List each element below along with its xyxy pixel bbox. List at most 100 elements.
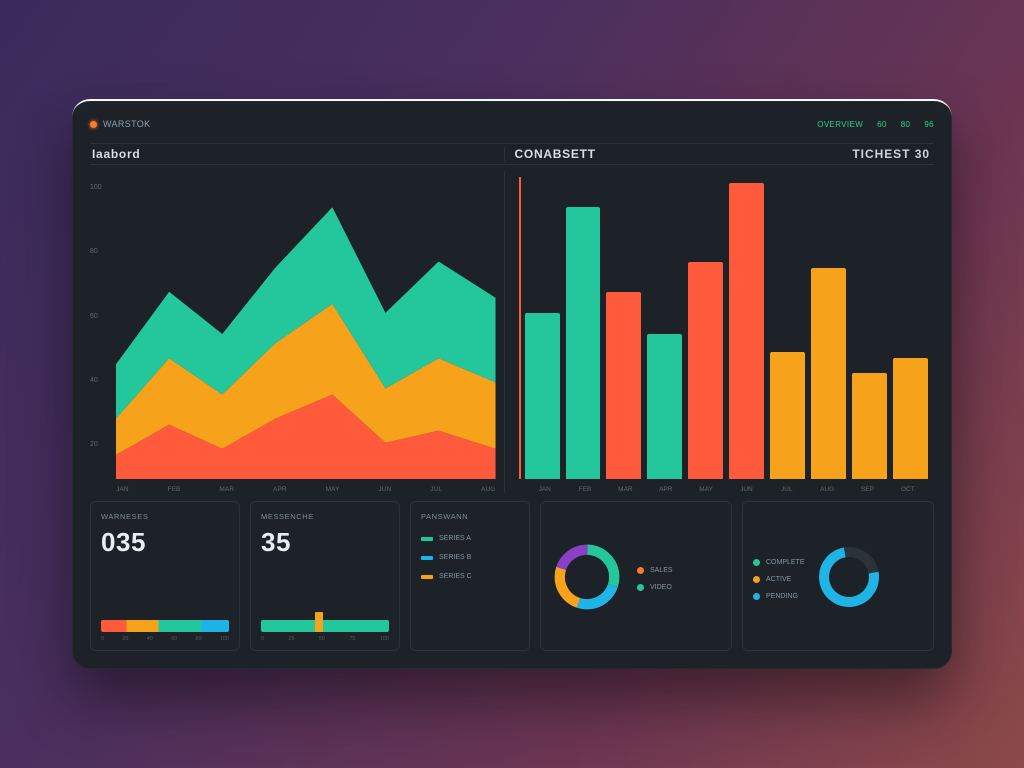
- legend-item: SALES: [637, 567, 673, 574]
- x-label: MAR: [219, 486, 234, 493]
- tick: 80: [195, 636, 201, 642]
- legend-item: PENDING: [753, 593, 805, 600]
- top-nav-item[interactable]: 96: [924, 120, 934, 129]
- legend-label: ACTIVE: [766, 576, 791, 583]
- bar: [566, 207, 601, 479]
- tick: 75: [349, 636, 355, 642]
- area-chart-svg: [116, 177, 496, 479]
- top-nav-item[interactable]: 80: [901, 120, 911, 129]
- x-label: JUL: [430, 486, 442, 493]
- x-label: JUL: [767, 486, 807, 493]
- legend-dot-icon: [753, 576, 760, 583]
- x-label: APR: [273, 486, 287, 493]
- tick: 25: [288, 636, 294, 642]
- card-label: MESSENCHE: [261, 512, 389, 521]
- legend-swatch-icon: [421, 575, 433, 579]
- legend-label: VIDEO: [650, 584, 672, 591]
- bar-chart-panel[interactable]: JANFEBMARAPRMAYJUNJULAUGSEPOCT: [504, 171, 934, 493]
- x-label: JUN: [726, 486, 766, 493]
- legend-item: ACTIVE: [753, 576, 805, 583]
- top-strip: WARSTOK OVERVIEW 60 80 96: [90, 115, 934, 133]
- legend-label: SERIES B: [439, 554, 471, 561]
- brand-dot-icon: [90, 121, 97, 128]
- area-chart-title: Iaabord: [92, 147, 140, 161]
- top-nav: OVERVIEW 60 80 96: [817, 120, 934, 129]
- legend-item: SERIES B: [421, 554, 519, 561]
- x-label: JAN: [116, 486, 129, 493]
- bar: [688, 262, 723, 479]
- stat-card-b[interactable]: MESSENCHE 35 0 25 50 75 100: [250, 501, 400, 651]
- legend-item: SERIES A: [421, 535, 519, 542]
- card-label: PANSWANN: [421, 512, 519, 521]
- x-label: MAR: [605, 486, 645, 493]
- bar-chart-value: TICHEST 30: [852, 147, 930, 161]
- bar: [729, 183, 764, 479]
- legend-item: VIDEO: [637, 584, 673, 591]
- brand: WARSTOK: [90, 119, 151, 129]
- legend-swatch-icon: [421, 556, 433, 560]
- dashboard-window: WARSTOK OVERVIEW 60 80 96 Iaabord CONABS…: [72, 99, 952, 669]
- legend-label: SALES: [650, 567, 673, 574]
- x-label: SEP: [847, 486, 887, 493]
- stat-card-a[interactable]: WARNESES 035 0 20 40 60 80 100: [90, 501, 240, 651]
- x-label: JUN: [378, 486, 391, 493]
- bar: [525, 313, 560, 479]
- card-value: 035: [101, 527, 229, 558]
- x-label: AUG: [807, 486, 847, 493]
- top-nav-item[interactable]: 60: [877, 120, 887, 129]
- area-x-labels: JAN FEB MAR APR MAY JUN JUL AUG: [116, 486, 496, 493]
- y-tick: 100: [90, 184, 102, 191]
- y-tick: 40: [90, 377, 98, 384]
- legend-dot-icon: [637, 584, 644, 591]
- legend-item: COMPLETE: [753, 559, 805, 566]
- spark-band: 0 20 40 60 80 100: [101, 612, 229, 642]
- bar: [770, 352, 805, 479]
- y-tick: 80: [90, 248, 98, 255]
- legend-label: COMPLETE: [766, 559, 805, 566]
- y-tick: 60: [90, 313, 98, 320]
- spark-band: 0 25 50 75 100: [261, 612, 389, 642]
- bar: [647, 334, 682, 479]
- legend-list-card[interactable]: PANSWANN SERIES A SERIES B SERIES C: [410, 501, 530, 651]
- marker-icon: [315, 612, 323, 632]
- card-label: WARNESES: [101, 512, 229, 521]
- legend-dot-icon: [753, 559, 760, 566]
- panel-header-row: Iaabord CONABSETT TICHEST 30: [90, 143, 934, 165]
- x-label: AUG: [481, 486, 495, 493]
- main-charts-row: 100 80 60 40 20 JAN FEB MAR APR MAY JUN …: [90, 171, 934, 493]
- progress-ring-icon: [807, 535, 891, 619]
- x-label: OCT: [888, 486, 928, 493]
- tick: 50: [319, 636, 325, 642]
- bar-chart-title: CONABSETT: [515, 147, 596, 161]
- x-label: JAN: [525, 486, 565, 493]
- area-chart-panel[interactable]: 100 80 60 40 20 JAN FEB MAR APR MAY JUN …: [90, 171, 504, 493]
- tick: 40: [147, 636, 153, 642]
- legend-dot-icon: [753, 593, 760, 600]
- bar: [811, 268, 846, 479]
- tick: 100: [220, 636, 229, 642]
- x-label: APR: [646, 486, 686, 493]
- tick: 20: [122, 636, 128, 642]
- bar: [606, 292, 641, 479]
- bottom-cards-row: WARNESES 035 0 20 40 60 80 100 MESSENCHE…: [90, 501, 934, 651]
- bar: [852, 373, 887, 479]
- bar-x-labels: JANFEBMARAPRMAYJUNJULAUGSEPOCT: [525, 486, 928, 493]
- tick: 0: [261, 636, 264, 642]
- bar-axis-line-icon: [519, 177, 521, 479]
- tick: 0: [101, 636, 104, 642]
- legend-label: SERIES A: [439, 535, 471, 542]
- donut-card[interactable]: SALES VIDEO: [540, 501, 732, 651]
- x-label: MAY: [686, 486, 726, 493]
- legend-swatch-icon: [421, 537, 433, 541]
- brand-label: WARSTOK: [103, 119, 151, 129]
- top-nav-item[interactable]: OVERVIEW: [817, 120, 863, 129]
- card-value: 35: [261, 527, 389, 558]
- legend-label: PENDING: [766, 593, 798, 600]
- tick: 60: [171, 636, 177, 642]
- ring-card[interactable]: COMPLETE ACTIVE PENDING: [742, 501, 934, 651]
- y-tick: 20: [90, 441, 98, 448]
- legend-dot-icon: [637, 567, 644, 574]
- legend-item: SERIES C: [421, 573, 519, 580]
- x-label: FEB: [167, 486, 180, 493]
- bar-zone: [525, 177, 928, 479]
